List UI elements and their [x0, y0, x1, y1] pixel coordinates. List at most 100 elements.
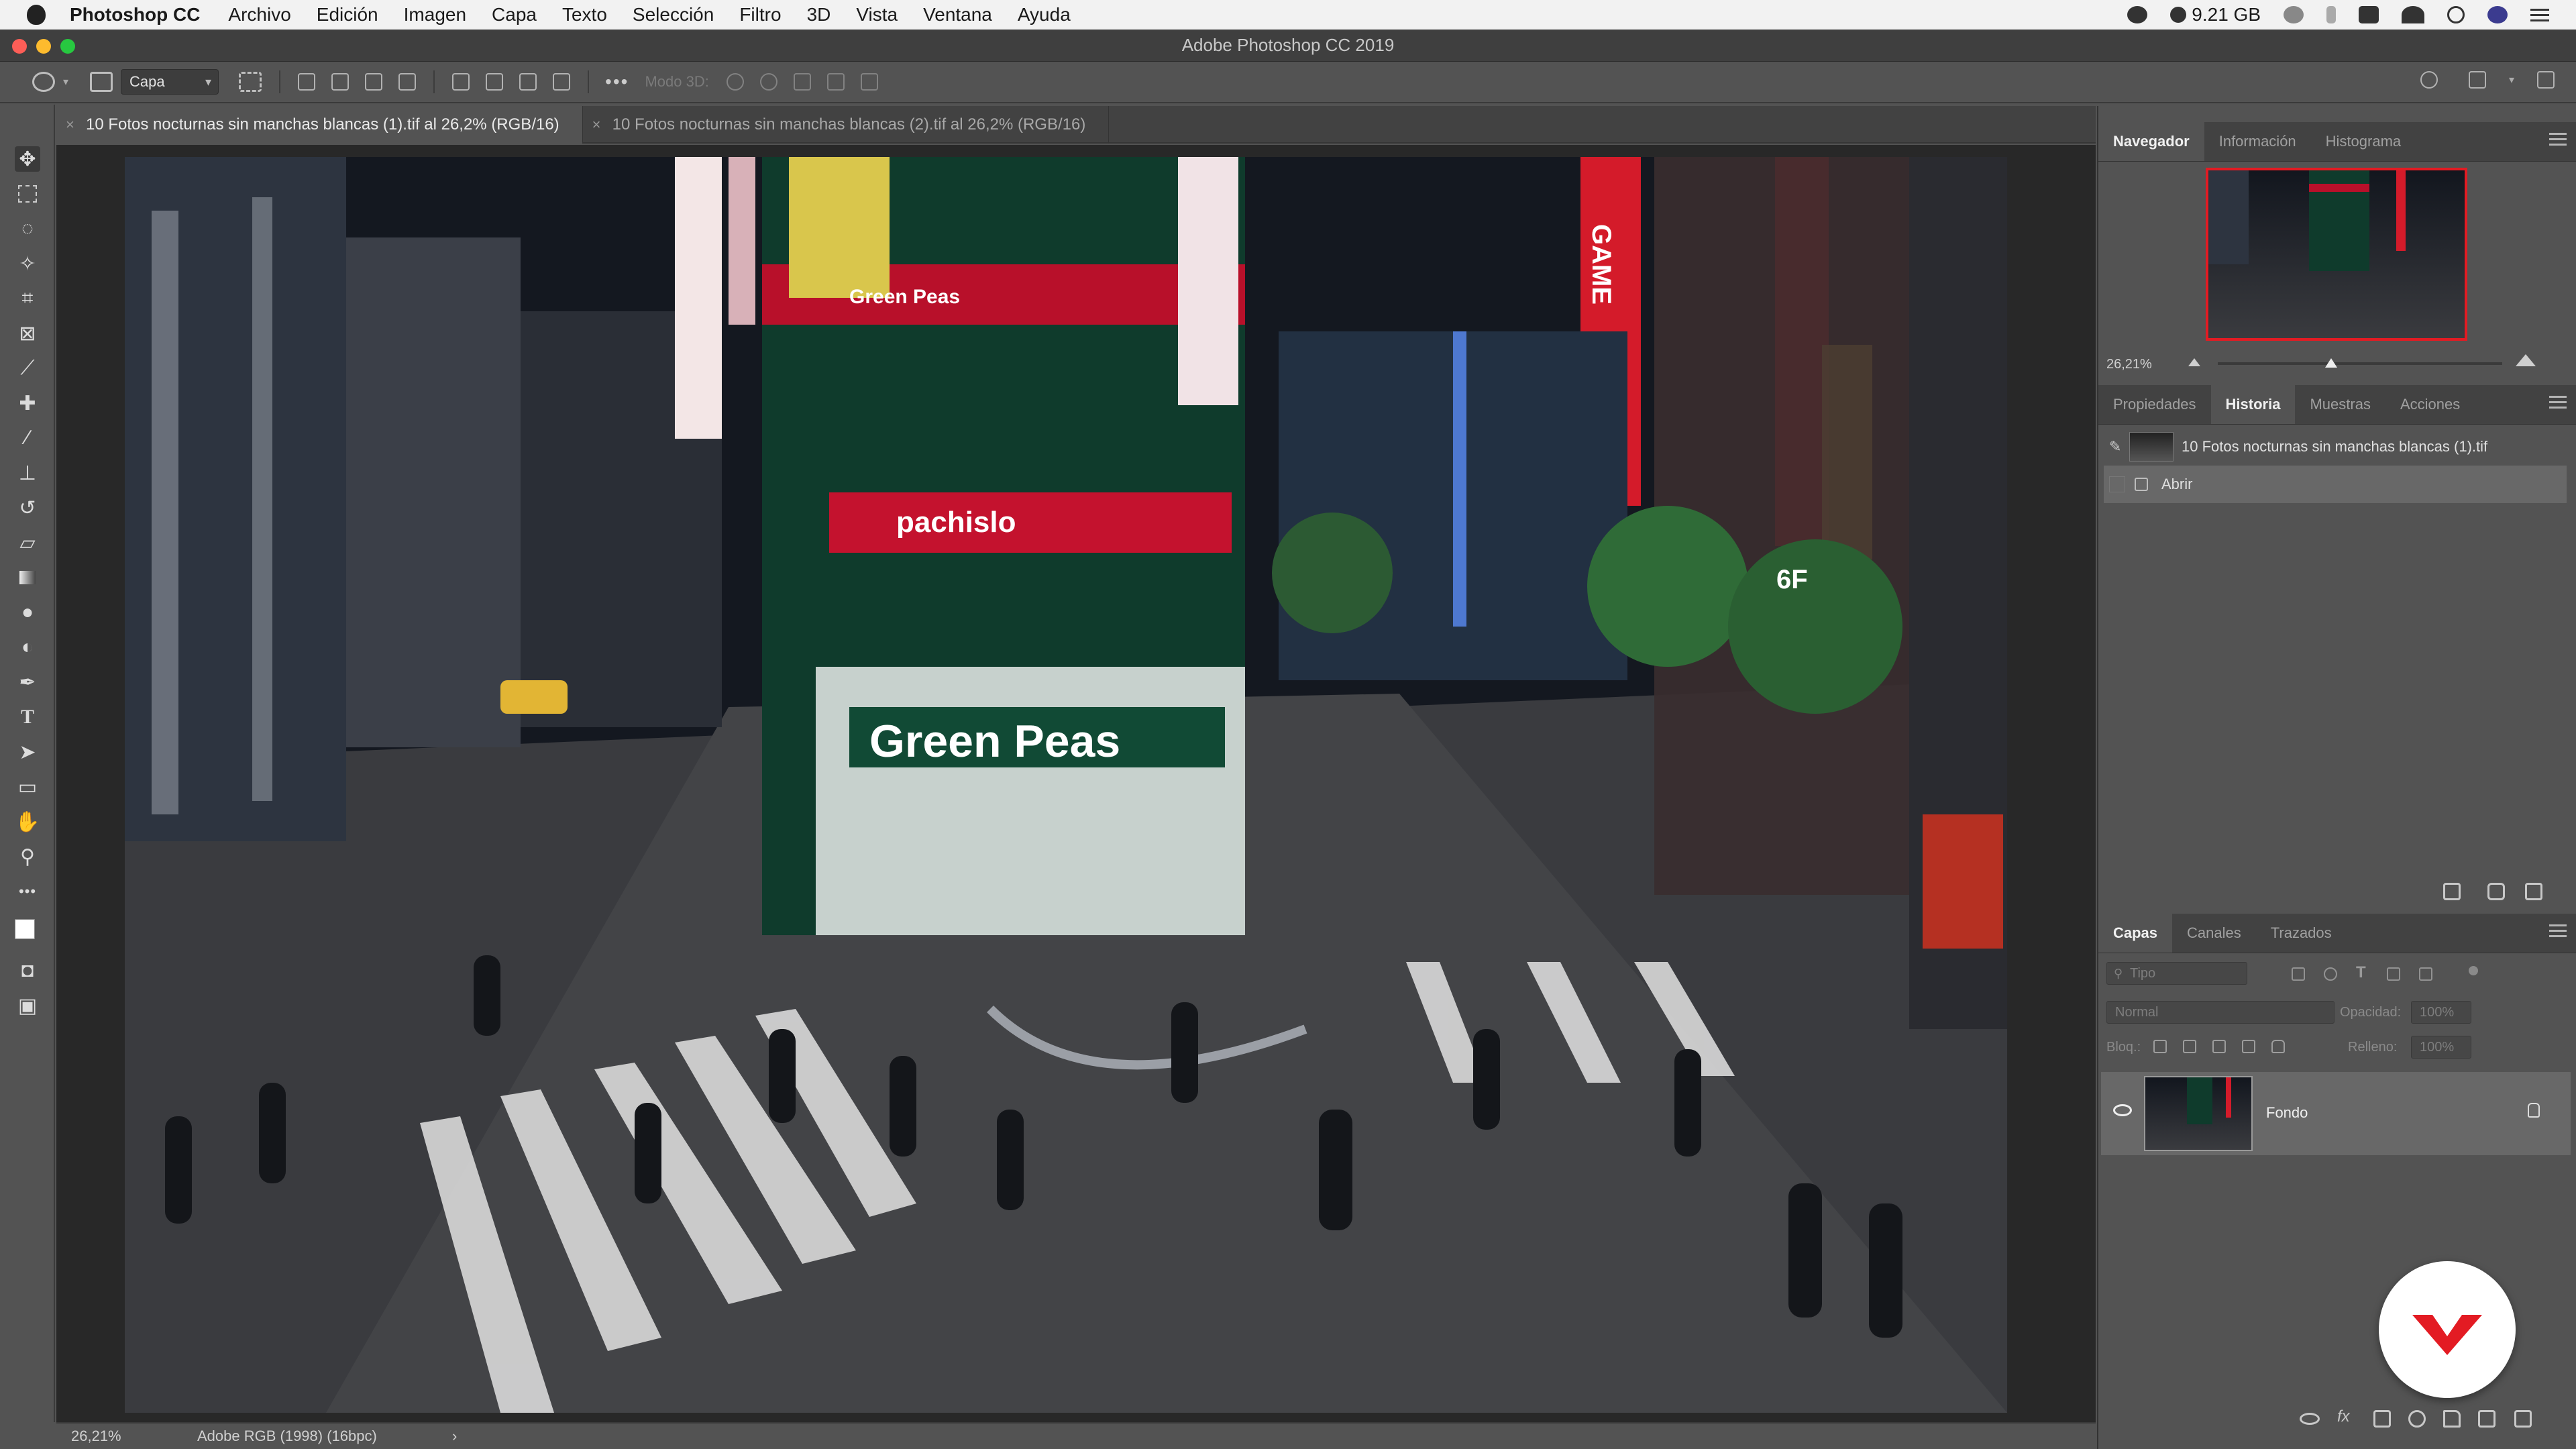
color-swatches[interactable] [15, 916, 44, 950]
zoom-in-icon[interactable] [2516, 354, 2536, 366]
opacity-input[interactable]: 100% [2411, 1001, 2471, 1024]
tab-informacion[interactable]: Información [2204, 122, 2311, 161]
tab-navegador[interactable]: Navegador [2098, 122, 2204, 161]
canvas-area[interactable]: Green Peas Green Peas pachislo GAME 6F [56, 145, 2096, 1422]
history-snapshot-row[interactable]: ✎ 10 Fotos nocturnas sin manchas blancas… [2104, 428, 2567, 466]
menu-3d[interactable]: 3D [807, 4, 831, 25]
add-mask-icon[interactable] [2373, 1410, 2391, 1428]
shape-tool-icon[interactable]: ▭ [15, 774, 40, 800]
healing-brush-tool-icon[interactable]: ✚ [15, 390, 40, 416]
more-options-icon[interactable]: ••• [605, 71, 629, 93]
path-selection-tool-icon[interactable]: ➤ [15, 739, 40, 765]
menu-seleccion[interactable]: Selección [633, 4, 714, 25]
menu-capa[interactable]: Capa [492, 4, 537, 25]
apple-icon[interactable] [27, 5, 46, 25]
layer-style-icon[interactable]: fx [2337, 1407, 2350, 1426]
menu-ayuda[interactable]: Ayuda [1018, 4, 1071, 25]
lock-transparency-icon[interactable] [2153, 1040, 2167, 1053]
panel-menu-icon[interactable] [2549, 924, 2567, 939]
layer-name[interactable]: Fondo [2266, 1104, 2308, 1122]
close-tab-icon[interactable]: × [592, 116, 601, 133]
menu-texto[interactable]: Texto [562, 4, 607, 25]
edit-toolbar-icon[interactable]: ••• [15, 879, 40, 904]
menu-archivo[interactable]: Archivo [228, 4, 290, 25]
type-tool-icon[interactable]: T [15, 704, 40, 730]
storage-indicator[interactable]: 9.21 GB [2170, 4, 2261, 25]
status-zoom[interactable]: 26,21% [71, 1428, 178, 1445]
document-image[interactable]: Green Peas Green Peas pachislo GAME 6F [125, 157, 2007, 1413]
trash-icon[interactable] [2525, 883, 2542, 900]
lasso-tool-icon[interactable]: ◌ [15, 216, 40, 241]
filter-adjustment-icon[interactable] [2324, 967, 2337, 981]
auto-select-target-select[interactable]: Capa [121, 69, 219, 95]
layer-filter-input[interactable]: ⚲ Tipo [2106, 962, 2247, 985]
creative-cloud-icon[interactable] [2127, 6, 2148, 23]
menu-vista[interactable]: Vista [856, 4, 898, 25]
pen-tool-icon[interactable]: ✒ [15, 669, 40, 695]
filter-toggle-icon[interactable] [2469, 966, 2478, 975]
align-center-icon[interactable] [331, 73, 350, 91]
blur-tool-icon[interactable]: ● [15, 600, 40, 625]
link-layers-icon[interactable] [2300, 1413, 2320, 1425]
panel-menu-icon[interactable] [2549, 396, 2567, 411]
auto-select-icon[interactable] [90, 72, 113, 92]
gradient-tool-icon[interactable] [15, 565, 40, 590]
filter-type-icon[interactable]: T [2356, 963, 2366, 982]
align-top-icon[interactable] [452, 73, 470, 91]
blend-mode-select[interactable]: Normal [2106, 1001, 2334, 1024]
share-icon[interactable] [2537, 71, 2555, 89]
magic-wand-tool-icon[interactable]: ✧ [15, 251, 40, 276]
lock-pixels-icon[interactable] [2183, 1040, 2196, 1053]
tab-document-2[interactable]: × 10 Fotos nocturnas sin manchas blancas… [583, 106, 1110, 144]
brush-tool-icon[interactable]: ∕ [15, 425, 40, 451]
lock-artboard-icon[interactable] [2242, 1040, 2255, 1053]
notification-center-icon[interactable] [2530, 8, 2549, 21]
tab-document-1[interactable]: × 10 Fotos nocturnas sin manchas blancas… [56, 106, 583, 144]
tab-historia[interactable]: Historia [2210, 385, 2296, 424]
filter-shape-icon[interactable] [2387, 967, 2400, 981]
roll-3d-icon[interactable] [759, 73, 777, 91]
new-group-icon[interactable] [2443, 1410, 2461, 1428]
tab-propiedades[interactable]: Propiedades [2098, 385, 2211, 424]
close-window-button[interactable] [12, 39, 27, 54]
history-brush-source-icon[interactable]: ✎ [2109, 438, 2129, 455]
zoom-window-button[interactable] [60, 39, 75, 54]
orbit-3d-icon[interactable] [726, 73, 744, 91]
menu-app-name[interactable]: Photoshop CC [70, 4, 200, 25]
quick-mask-icon[interactable]: ◘ [15, 958, 40, 983]
new-layer-icon[interactable] [2478, 1410, 2496, 1428]
hand-tool-icon[interactable]: ✋ [15, 809, 40, 835]
pan-3d-icon[interactable] [793, 73, 811, 91]
filter-pixel-icon[interactable] [2292, 967, 2305, 981]
align-right-icon[interactable] [365, 73, 383, 91]
lock-position-icon[interactable] [2212, 1040, 2226, 1053]
new-adjustment-layer-icon[interactable] [2408, 1410, 2426, 1428]
search-icon[interactable] [2447, 6, 2465, 23]
filter-smart-object-icon[interactable] [2419, 967, 2432, 981]
navigator-zoom-slider[interactable] [2218, 358, 2502, 368]
airplay-icon[interactable] [2359, 6, 2379, 23]
minimize-window-button[interactable] [36, 39, 51, 54]
tab-acciones[interactable]: Acciones [2385, 385, 2475, 424]
dodge-tool-icon[interactable]: ◐ [15, 635, 40, 660]
menu-edicion[interactable]: Edición [317, 4, 378, 25]
tab-histograma[interactable]: Histograma [2311, 122, 2416, 161]
tab-muestras[interactable]: Muestras [2295, 385, 2385, 424]
fill-input[interactable]: 100% [2411, 1036, 2471, 1059]
move-tool-icon[interactable] [32, 72, 55, 92]
search-icon[interactable] [2420, 71, 2438, 89]
history-brush-tool-icon[interactable]: ↺ [15, 495, 40, 521]
status-menu-arrow[interactable]: › [452, 1428, 457, 1445]
tool-preset-chevron-icon[interactable]: ▾ [63, 75, 68, 89]
workspace-chevron-icon[interactable]: ▾ [2509, 73, 2514, 87]
stamp-tool-icon[interactable]: ⊥ [15, 460, 40, 486]
crop-tool-icon[interactable]: ⌗ [15, 286, 40, 311]
screen-mode-icon[interactable]: ▣ [15, 993, 40, 1018]
close-tab-icon[interactable]: × [66, 116, 74, 133]
scale-3d-icon[interactable] [860, 73, 878, 91]
sync-icon[interactable] [2284, 6, 2304, 23]
menu-filtro[interactable]: Filtro [739, 4, 781, 25]
menu-imagen[interactable]: Imagen [404, 4, 466, 25]
bluetooth-icon[interactable] [2326, 6, 2336, 23]
navigator-zoom-value[interactable]: 26,21% [2106, 357, 2152, 372]
